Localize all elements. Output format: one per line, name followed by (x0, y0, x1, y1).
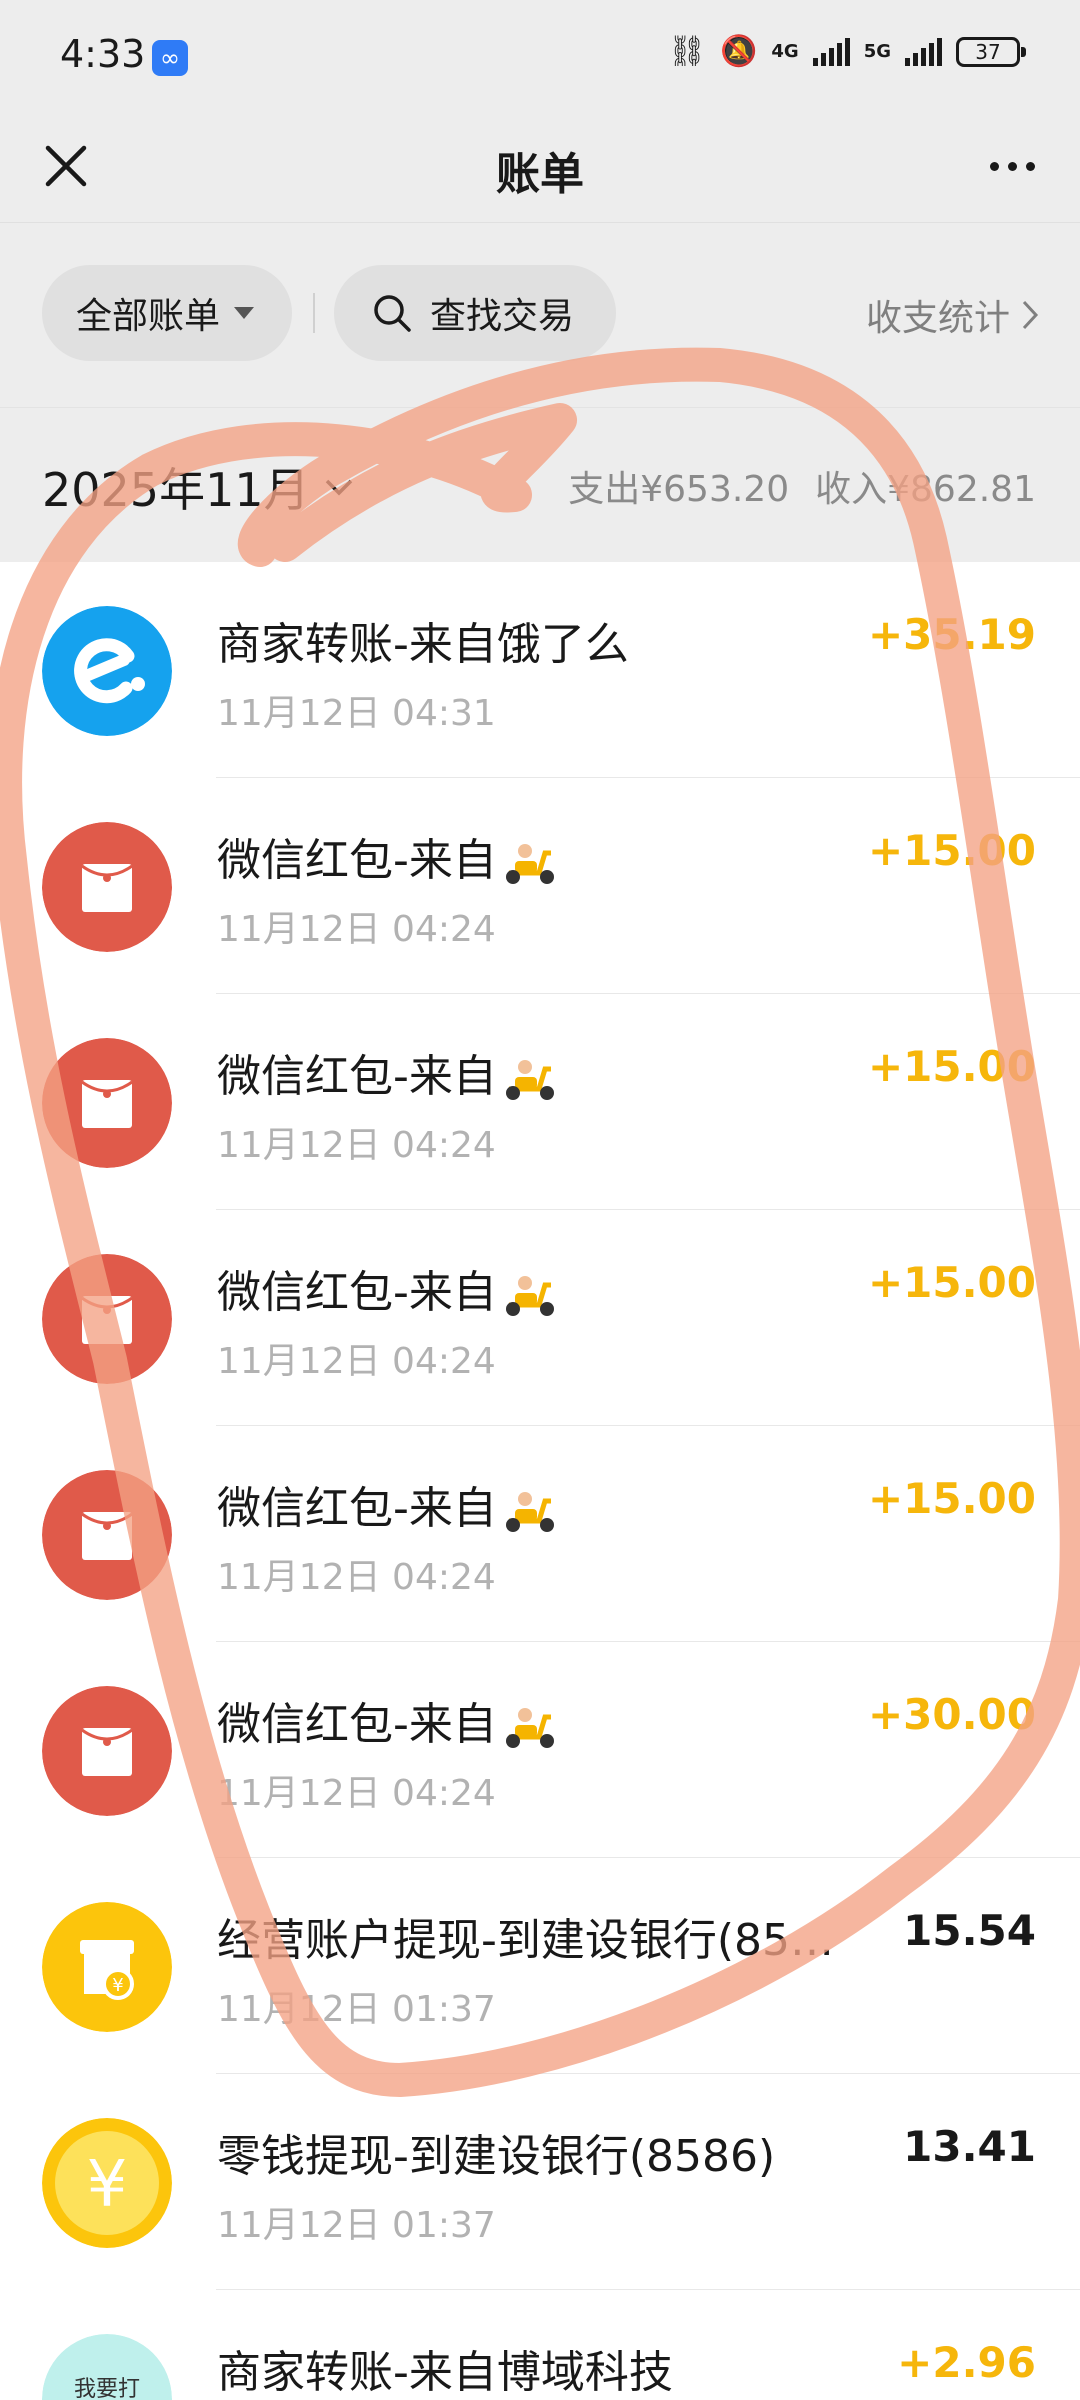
transaction-amount: 15.54 (903, 1906, 1036, 1955)
more-button[interactable] (974, 140, 1050, 192)
network-5g-label: 5G (863, 40, 891, 62)
income-total: 收入¥862.81 (815, 469, 1036, 510)
month-selector[interactable]: 2025年11月 (42, 454, 354, 520)
transaction-time: 11月12日 04:31 (217, 693, 496, 734)
battery-icon: 37 (956, 36, 1026, 67)
business-account-icon: ¥ (42, 1902, 172, 2032)
transaction-row[interactable]: 微信红包-来自 11月12日 04:24 +15.00 (0, 1426, 1080, 1642)
svg-text:¥: ¥ (112, 1975, 123, 1996)
status-indicators: ⛓ 🔕 4G 5G 37 (667, 34, 1026, 69)
scooter-emoji-icon (505, 1492, 554, 1532)
expense-total: 支出¥653.20 (568, 469, 790, 510)
transaction-amount: +15.00 (867, 1474, 1036, 1523)
signal-icon (812, 37, 850, 66)
transaction-title: 微信红包-来自 (217, 1472, 557, 1536)
link-app-icon: ∞ (152, 40, 188, 76)
transaction-row[interactable]: 微信红包-来自 11月12日 04:24 +30.00 (0, 1642, 1080, 1858)
transaction-title: 微信红包-来自 (217, 1688, 557, 1752)
scooter-emoji-icon (505, 844, 554, 884)
signal-icon-2 (905, 37, 942, 66)
transaction-title: 经营账户提现-到建设银行(85… (217, 1915, 835, 1966)
month-summary-bar: 2025年11月 支出¥653.20 收入¥862.81 (0, 407, 1080, 563)
transaction-time: 11月12日 01:37 (217, 1989, 496, 2030)
all-bills-dropdown[interactable]: 全部账单 (42, 265, 292, 361)
transaction-title: 商家转账-来自饿了么 (217, 619, 629, 670)
transaction-time: 11月12日 04:24 (217, 1557, 496, 1598)
mute-icon: 🔕 (720, 34, 758, 69)
transaction-amount: +30.00 (867, 1690, 1036, 1739)
red-packet-icon (42, 1686, 172, 1816)
scooter-emoji-icon (505, 1708, 554, 1748)
transaction-title: 商家转账-来自博域科技 (217, 2347, 673, 2398)
chevron-down-icon (325, 479, 352, 496)
transaction-title: 零钱提现-到建设银行(8586) (217, 2131, 776, 2182)
transaction-amount: 13.41 (903, 2122, 1036, 2171)
income-expense-stats-link[interactable]: 收支统计 (866, 289, 1040, 341)
more-dots-icon (989, 161, 999, 171)
transaction-row[interactable]: 商家转账-来自饿了么 11月12日 04:31 +35.19 (0, 562, 1080, 778)
filter-bar: 全部账单 查找交易 收支统计 (0, 222, 1080, 408)
status-time: 4:33 (60, 32, 146, 76)
transaction-row[interactable]: ¥ 零钱提现-到建设银行(8586) 11月12日 01:37 13.41 (0, 2074, 1080, 2290)
transaction-title: 微信红包-来自 (217, 1040, 557, 1104)
red-packet-icon (42, 1254, 172, 1384)
svg-text:¥: ¥ (87, 2148, 128, 2222)
transaction-row[interactable]: 我要打 商家转账-来自博域科技 +2.96 (0, 2290, 1080, 2400)
transaction-row[interactable]: ¥ 经营账户提现-到建设银行(85… 11月12日 01:37 15.54 (0, 1858, 1080, 2074)
stats-label: 收支统计 (865, 298, 1010, 339)
merchant-icon-text: 我要打 (74, 2377, 140, 2400)
transaction-row[interactable]: 微信红包-来自 11月12日 04:24 +15.00 (0, 778, 1080, 994)
link-icon: ⛓ (667, 34, 707, 69)
transaction-amount: +15.00 (867, 1258, 1036, 1307)
transaction-list: 商家转账-来自饿了么 11月12日 04:31 +35.19 微信红包-来自 1… (0, 562, 1080, 2400)
search-icon (374, 295, 411, 332)
month-label: 2025年11月 (42, 463, 310, 517)
transaction-title: 微信红包-来自 (217, 1256, 557, 1320)
eleme-icon (42, 606, 172, 736)
month-totals: 支出¥653.20 收入¥862.81 (568, 460, 1036, 512)
transaction-time: 11月12日 04:24 (217, 1125, 496, 1166)
red-packet-icon (42, 822, 172, 952)
all-bills-label: 全部账单 (76, 296, 221, 337)
nav-bar: 账单 (0, 110, 1080, 222)
transaction-time: 11月12日 04:24 (217, 909, 496, 950)
transaction-amount: +2.96 (897, 2338, 1036, 2387)
wallet-yuan-icon: ¥ (42, 2118, 172, 2248)
transaction-amount: +15.00 (867, 1042, 1036, 1091)
transaction-time: 11月12日 04:24 (217, 1341, 496, 1382)
page-title: 账单 (496, 149, 584, 200)
divider (313, 293, 315, 333)
red-packet-icon (42, 1038, 172, 1168)
chevron-right-icon (1022, 300, 1039, 330)
search-transactions-button[interactable]: 查找交易 (334, 265, 616, 361)
transaction-row[interactable]: 微信红包-来自 11月12日 04:24 +15.00 (0, 994, 1080, 1210)
search-label: 查找交易 (430, 296, 575, 337)
transaction-row[interactable]: 微信红包-来自 11月12日 04:24 +15.00 (0, 1210, 1080, 1426)
transaction-amount: +35.19 (867, 610, 1036, 659)
transaction-title: 微信红包-来自 (217, 824, 557, 888)
transaction-time: 11月12日 04:24 (217, 1773, 496, 1814)
network-4g-label: 4G (771, 40, 799, 62)
merchant-icon: 我要打 (42, 2334, 172, 2400)
scooter-emoji-icon (505, 1276, 554, 1316)
transaction-time: 11月12日 01:37 (217, 2205, 496, 2246)
scooter-emoji-icon (505, 1060, 554, 1100)
status-bar: 4:33 ∞ ⛓ 🔕 4G 5G 37 (0, 0, 1080, 110)
red-packet-icon (42, 1470, 172, 1600)
transaction-amount: +15.00 (867, 826, 1036, 875)
dropdown-triangle-icon (234, 307, 255, 319)
